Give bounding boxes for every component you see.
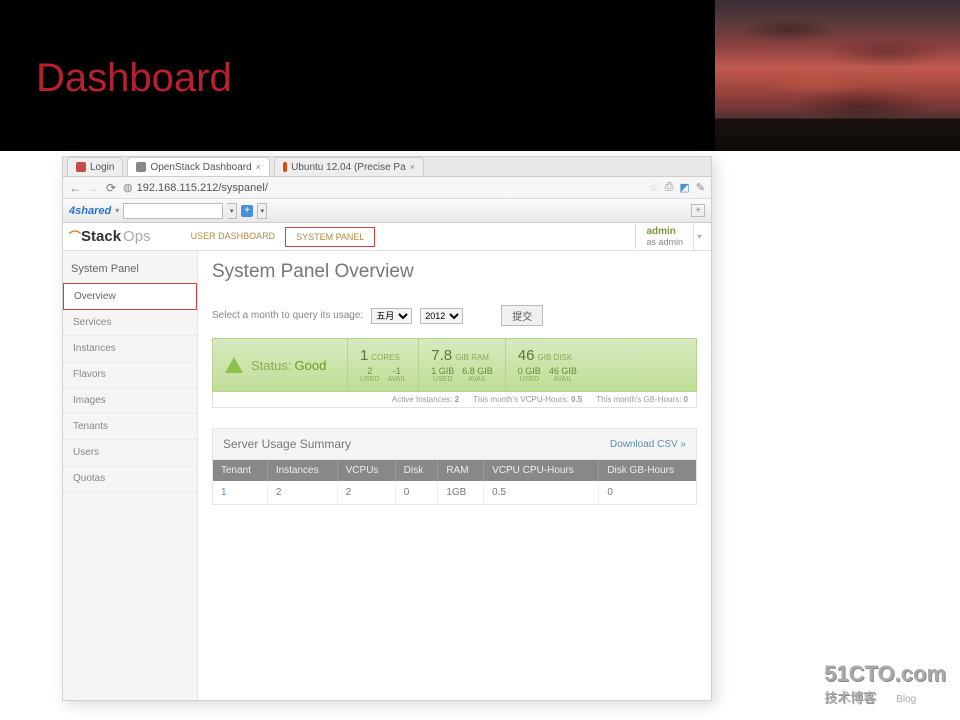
query-label: Select a month to query its usage: xyxy=(212,310,363,321)
toolbar-search-input[interactable] xyxy=(123,203,223,219)
download-csv-link[interactable]: Download CSV » xyxy=(610,439,686,450)
wrench-icon[interactable]: ✎ xyxy=(696,181,705,194)
page-title: System Panel Overview xyxy=(212,261,697,283)
slide-title: Dashboard xyxy=(36,56,232,101)
tab-openstack[interactable]: OpenStack Dashboard × xyxy=(127,157,269,176)
sunset-image xyxy=(715,0,960,151)
usage-table: Tenant Instances VCPUs Disk RAM VCPU CPU… xyxy=(213,460,696,504)
col-gb-hours: Disk GB-Hours xyxy=(599,460,696,481)
add-icon[interactable]: + xyxy=(691,204,705,217)
usage-title: Server Usage Summary xyxy=(223,437,351,451)
bookmark-icon[interactable]: ☆ xyxy=(649,181,659,194)
cell: 0.5 xyxy=(484,481,599,504)
sidebar-item-services[interactable]: Services xyxy=(63,310,197,336)
app-header: ⌒ StackOps USER DASHBOARD SYSTEM PANEL a… xyxy=(63,223,711,251)
nav-user-dashboard[interactable]: USER DASHBOARD xyxy=(181,227,286,247)
sidebar-item-tenants[interactable]: Tenants xyxy=(63,414,197,440)
cell: 0 xyxy=(599,481,696,504)
main-panel: System Panel Overview Select a month to … xyxy=(198,251,711,700)
user-role: as admin xyxy=(646,237,683,247)
col-instances: Instances xyxy=(267,460,337,481)
sidebar-item-quotas[interactable]: Quotas xyxy=(63,466,197,492)
chevron-down-icon[interactable]: ▾ xyxy=(693,223,705,250)
watermark: 51CTO.com 技术博客 Blog xyxy=(824,661,946,706)
browser-tabs: Login OpenStack Dashboard × Ubuntu 12.04… xyxy=(63,157,711,177)
user-name: admin xyxy=(646,226,683,237)
close-icon[interactable]: × xyxy=(410,162,415,172)
globe-icon: ◍ xyxy=(123,181,133,194)
dropdown-icon[interactable]: ▾ xyxy=(227,203,237,219)
stat-disk: 46 GIB DISK 0 GIBUSED 46 GIBAVAIL xyxy=(506,339,696,391)
month-select[interactable]: 五月 xyxy=(371,308,412,324)
dropdown-icon[interactable]: ▾ xyxy=(257,203,267,219)
extension-toolbar: 4shared ▾ ▾ + ▾ + xyxy=(63,199,711,223)
watermark-line2: 技术博客 xyxy=(824,687,876,706)
cell: 0 xyxy=(395,481,438,504)
brand-logo[interactable]: ⌒ StackOps xyxy=(69,228,151,245)
print-icon[interactable]: ⎙ xyxy=(665,181,674,194)
tab-label: Login xyxy=(90,162,114,173)
sidebar-item-flavors[interactable]: Flavors xyxy=(63,362,197,388)
sidebar-item-users[interactable]: Users xyxy=(63,440,197,466)
status-value: Good xyxy=(295,358,327,373)
status-label: Status: xyxy=(251,358,291,373)
sidebar-item-instances[interactable]: Instances xyxy=(63,336,197,362)
reload-icon[interactable]: ⟳ xyxy=(105,181,117,195)
4shared-logo[interactable]: 4shared xyxy=(69,205,111,217)
table-row: 1 2 2 0 1GB 0.5 0 xyxy=(213,481,696,504)
address-bar[interactable]: ◍ 192.168.115.212/syspanel/ xyxy=(123,181,643,194)
arrow-up-icon xyxy=(225,357,243,373)
col-cpu-hours: VCPU CPU-Hours xyxy=(484,460,599,481)
col-disk: Disk xyxy=(395,460,438,481)
tab-label: Ubuntu 12.04 (Precise Pa xyxy=(291,162,406,173)
cell: 1GB xyxy=(438,481,484,504)
url-text: 192.168.115.212/syspanel/ xyxy=(137,182,268,194)
favicon xyxy=(136,162,146,172)
tab-label: OpenStack Dashboard xyxy=(150,162,251,173)
address-bar-row: ← → ⟳ ◍ 192.168.115.212/syspanel/ ☆ ⎙ ◩ … xyxy=(63,177,711,199)
status-footer: Active Instances: 2 This month's VCPU-Ho… xyxy=(212,392,697,408)
tenant-link[interactable]: 1 xyxy=(213,481,267,504)
stat-cores: 1 CORES 2USED -1AVAIL xyxy=(348,339,419,391)
close-icon[interactable]: × xyxy=(256,162,261,172)
col-ram: RAM xyxy=(438,460,484,481)
cell: 2 xyxy=(337,481,395,504)
watermark-blog: Blog xyxy=(896,694,916,705)
favicon xyxy=(283,162,287,172)
page-content: ⌒ StackOps USER DASHBOARD SYSTEM PANEL a… xyxy=(63,223,711,700)
browser-window: Login OpenStack Dashboard × Ubuntu 12.04… xyxy=(62,156,712,701)
submit-button[interactable]: 提交 xyxy=(501,305,543,326)
puzzle-icon[interactable]: ◩ xyxy=(679,181,689,194)
watermark-line1: 51CTO.com xyxy=(824,661,946,687)
usage-table-box: Server Usage Summary Download CSV » Tena… xyxy=(212,428,697,505)
sidebar-item-overview[interactable]: Overview xyxy=(63,283,197,310)
tab-login[interactable]: Login xyxy=(67,157,123,176)
year-select[interactable]: 2012 xyxy=(420,308,463,324)
forward-icon[interactable]: → xyxy=(87,181,99,195)
stat-ram: 7.8 GIB RAM 1 GIBUSED 6.8 GIBAVAIL xyxy=(419,339,506,391)
sidebar-title: System Panel xyxy=(63,251,197,283)
swoosh-icon: ⌒ xyxy=(69,228,81,245)
query-row: Select a month to query its usage: 五月 20… xyxy=(212,305,697,326)
status-cell: Status: Good xyxy=(213,339,348,391)
favicon xyxy=(76,162,86,172)
tab-ubuntu[interactable]: Ubuntu 12.04 (Precise Pa × xyxy=(274,157,424,176)
nav-system-panel[interactable]: SYSTEM PANEL xyxy=(285,227,375,247)
slide-header: Dashboard xyxy=(0,0,960,151)
col-vcpus: VCPUs xyxy=(337,460,395,481)
sidebar-item-images[interactable]: Images xyxy=(63,388,197,414)
col-tenant: Tenant xyxy=(213,460,267,481)
back-icon[interactable]: ← xyxy=(69,181,81,195)
cell: 2 xyxy=(267,481,337,504)
status-strip: Status: Good 1 CORES 2USED -1AVAIL 7.8 G… xyxy=(212,338,697,392)
user-menu[interactable]: admin as admin xyxy=(635,224,693,249)
plus-icon[interactable]: + xyxy=(241,205,253,217)
sidebar: System Panel Overview Services Instances… xyxy=(63,251,198,700)
